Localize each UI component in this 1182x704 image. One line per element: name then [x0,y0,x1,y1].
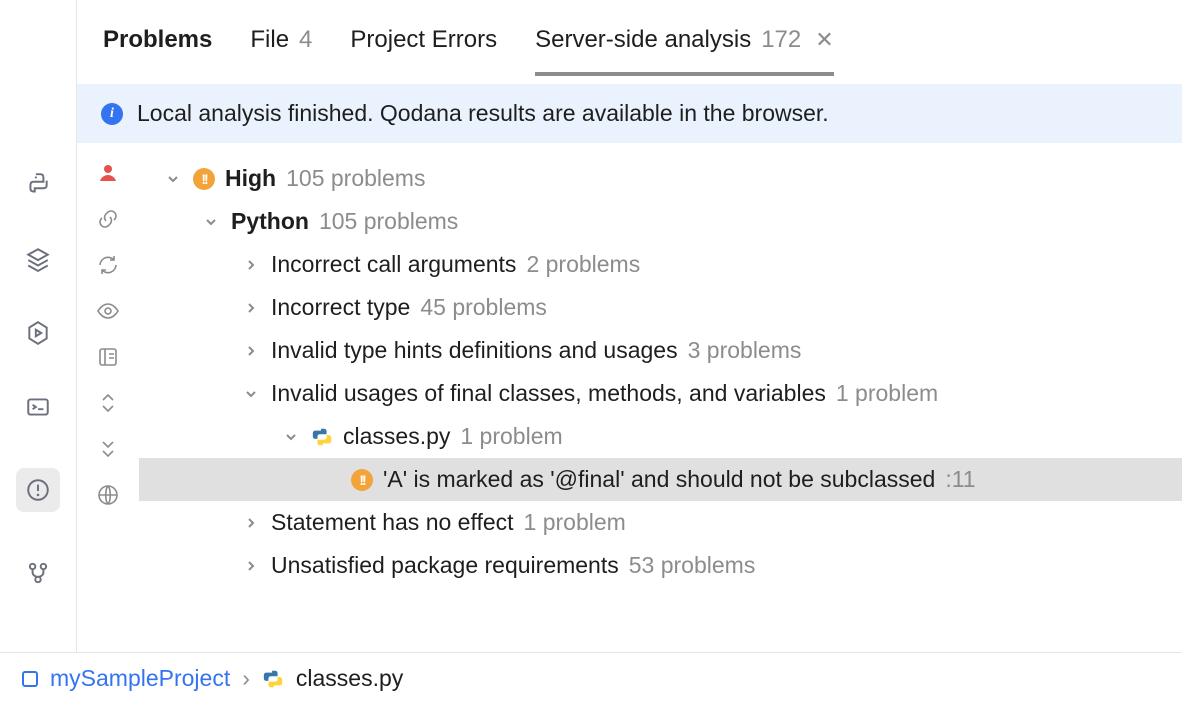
inspection-row[interactable]: Incorrect type 45 problems [139,286,1182,329]
chevron-right-icon [241,513,261,533]
expand-collapse-icon[interactable] [96,391,120,415]
tab-project-errors[interactable]: Project Errors [350,14,497,76]
issue-text: 'A' is marked as '@final' and should not… [383,466,935,493]
chevron-right-icon [241,556,261,576]
file-row[interactable]: classes.py 1 problem [139,415,1182,458]
info-banner: i Local analysis finished. Qodana result… [77,84,1182,143]
globe-icon[interactable] [96,483,120,507]
layers-tool-icon[interactable] [25,246,51,272]
inspection-count: 1 problem [524,509,626,536]
inspection-row-expanded[interactable]: Invalid usages of final classes, methods… [139,372,1182,415]
tab-count: 172 [761,26,801,54]
side-toolbar [77,143,139,652]
run-tool-icon[interactable] [25,320,51,346]
link-icon[interactable] [96,207,120,231]
python-tool-icon[interactable] [25,172,51,198]
language-group-python[interactable]: Python 105 problems [139,200,1182,243]
tab-count: 4 [299,26,312,54]
inspection-row[interactable]: Invalid type hints definitions and usage… [139,329,1182,372]
inspection-row[interactable]: Incorrect call arguments 2 problems [139,243,1182,286]
language-label: Python [231,208,309,235]
severity-count: 105 problems [286,165,425,192]
inspection-label: Incorrect type [271,294,410,321]
project-icon [22,671,38,687]
user-icon[interactable] [96,161,120,185]
inspection-label: Unsatisfied package requirements [271,552,619,579]
collapse-all-icon[interactable] [96,437,120,461]
file-name: classes.py [343,423,450,450]
panel-icon[interactable] [96,345,120,369]
problems-tool-active[interactable] [16,468,60,512]
issue-line: :11 [945,466,975,493]
chevron-right-icon: › [242,665,250,692]
breadcrumb-file[interactable]: classes.py [296,665,403,692]
chevron-down-icon [241,384,261,404]
inspection-label: Incorrect call arguments [271,251,516,278]
chevron-right-icon [241,255,261,275]
left-tool-rail [0,0,77,652]
eye-icon[interactable] [96,299,120,323]
vcs-tool-icon[interactable] [25,560,51,586]
inspection-label: Statement has no effect [271,509,514,536]
inspection-row[interactable]: Statement has no effect 1 problem [139,501,1182,544]
inspection-row[interactable]: Unsatisfied package requirements 53 prob… [139,544,1182,587]
inspection-label: Invalid type hints definitions and usage… [271,337,678,364]
tab-label: Server-side analysis [535,26,751,54]
python-file-icon [262,668,284,690]
tab-problems[interactable]: Problems [103,14,212,76]
warning-icon: !! [351,469,373,491]
inspection-count: 3 problems [688,337,802,364]
tab-label: Project Errors [350,26,497,54]
severity-group-high[interactable]: !! High 105 problems [139,157,1182,200]
close-icon[interactable]: ✕ [815,27,833,53]
inspection-label: Invalid usages of final classes, methods… [271,380,826,407]
inspection-count: 53 problems [629,552,756,579]
terminal-tool-icon[interactable] [25,394,51,420]
chevron-down-icon [163,169,183,189]
file-count: 1 problem [460,423,562,450]
chevron-down-icon [281,427,301,447]
breadcrumb-project[interactable]: mySampleProject [50,665,230,692]
language-count: 105 problems [319,208,458,235]
tab-file[interactable]: File 4 [250,14,312,76]
tab-label: File [250,26,289,54]
inspection-count: 2 problems [526,251,640,278]
python-file-icon [311,426,333,448]
chevron-right-icon [241,298,261,318]
inspection-count: 45 problems [420,294,547,321]
severity-label: High [225,165,276,192]
refresh-icon[interactable] [96,253,120,277]
problems-tree: !! High 105 problems Python 105 problems… [139,143,1182,652]
issue-row-selected[interactable]: !! 'A' is marked as '@final' and should … [139,458,1182,501]
info-icon: i [101,103,123,125]
chevron-right-icon [241,341,261,361]
banner-text: Local analysis finished. Qodana results … [137,100,829,127]
tab-label: Problems [103,26,212,54]
problems-tool-icon [25,477,51,503]
breadcrumb: mySampleProject › classes.py [0,652,1182,704]
warning-icon: !! [193,168,215,190]
inspection-count: 1 problem [836,380,938,407]
chevron-down-icon [201,212,221,232]
tabs-bar: Problems File 4 Project Errors Server-si… [77,0,1182,76]
tab-server-analysis[interactable]: Server-side analysis 172 ✕ [535,14,834,76]
